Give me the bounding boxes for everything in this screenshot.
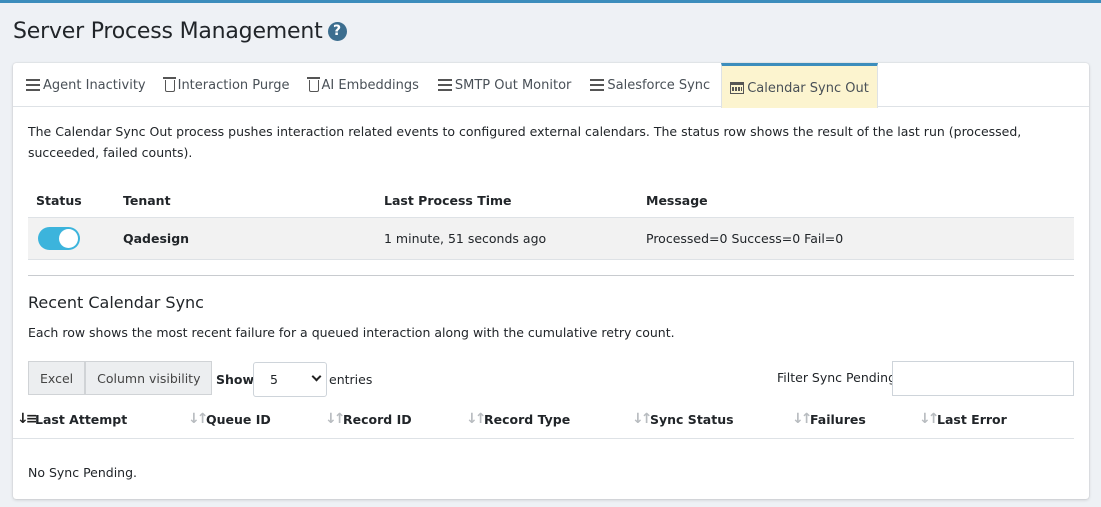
tab-calendar-sync-out[interactable]: Calendar Sync Out (721, 63, 878, 108)
tab-smtp-out-monitor[interactable]: SMTP Out Monitor (430, 63, 580, 107)
tab-ai-embeddings[interactable]: AI Embeddings (301, 63, 427, 107)
calendar-icon (730, 82, 745, 94)
col-header-queue-id[interactable]: ↓↑ Queue ID (188, 411, 271, 427)
entries-select[interactable]: 5 (253, 362, 327, 397)
col-header-label: Queue ID (206, 411, 271, 427)
list-icon (590, 79, 605, 91)
sort-icon: ↓↑ (325, 411, 345, 427)
sort-icon: ↓↑ (188, 411, 208, 427)
tenant-cell: Qadesign (115, 216, 376, 260)
col-header-tenant: Tenant (123, 193, 171, 209)
process-description: The Calendar Sync Out process pushes int… (28, 124, 1022, 160)
table-row: Qadesign 1 minute, 51 seconds ago Proces… (28, 216, 1074, 260)
col-header-message: Message (646, 193, 708, 209)
sort-icon: ↓↑ (792, 411, 812, 427)
status-table: Status Tenant Last Process Time Message … (28, 185, 1074, 260)
col-header-label: Last Error (937, 411, 1007, 427)
tab-agent-inactivity[interactable]: Agent Inactivity (18, 63, 154, 107)
entries-select-value: 5 (270, 372, 278, 387)
help-icon[interactable]: ? (327, 22, 347, 41)
chevron-down-icon (311, 371, 322, 382)
sort-icon: ↓↑ (919, 411, 939, 427)
divider (28, 275, 1074, 276)
process-card: Agent Inactivity Interaction Purge AI Em… (13, 63, 1089, 499)
tab-label: SMTP Out Monitor (454, 77, 572, 93)
list-icon (26, 79, 40, 91)
sort-icon: ↓↑ (632, 411, 652, 427)
col-header-label: Record ID (343, 411, 412, 427)
export-buttons: Excel Column visibility (28, 361, 213, 395)
tab-label: Salesforce Sync (607, 77, 711, 93)
empty-table-message: No Sync Pending. (28, 465, 138, 480)
section-title: Recent Calendar Sync (28, 293, 204, 312)
entries-label: entries (329, 372, 373, 387)
col-header-status: Status (36, 193, 82, 209)
col-header-last-process-time: Last Process Time (384, 193, 512, 209)
tab-label: Interaction Purge (177, 77, 290, 93)
col-header-label: Record Type (484, 411, 571, 427)
col-header-label: Last Attempt (35, 411, 128, 427)
process-tabs: Agent Inactivity Interaction Purge AI Em… (13, 63, 1089, 108)
trash-icon (306, 77, 320, 92)
tab-salesforce-sync[interactable]: Salesforce Sync (582, 63, 718, 107)
col-header-record-type[interactable]: ↓↑ Record Type (466, 411, 570, 427)
page-title-text: Server Process Management (13, 19, 323, 44)
col-header-sync-status[interactable]: ↓↑ Sync Status (632, 411, 734, 427)
page-title: Server Process Management ? (13, 19, 347, 44)
last-process-time-cell: 1 minute, 51 seconds ago (376, 216, 638, 260)
filter-input[interactable] (892, 361, 1074, 396)
excel-button[interactable]: Excel (28, 361, 86, 395)
section-description: Each row shows the most recent failure f… (28, 325, 675, 340)
trash-icon (162, 77, 176, 92)
col-header-failures[interactable]: ↓↑ Failures (792, 411, 866, 427)
sort-icon: ↓↑ (466, 411, 486, 427)
filter-label: Filter Sync Pending (777, 370, 897, 385)
tab-label: Agent Inactivity (43, 77, 146, 93)
sync-table-header: ↓≡ Last Attempt ↓↑ Queue ID ↓↑ Record ID… (13, 403, 1074, 439)
tab-label: AI Embeddings (321, 77, 419, 93)
col-header-record-id[interactable]: ↓↑ Record ID (325, 411, 412, 427)
tab-interaction-purge[interactable]: Interaction Purge (157, 63, 298, 107)
col-header-label: Failures (810, 411, 866, 427)
show-label: Show (216, 372, 255, 387)
list-icon (437, 79, 452, 91)
col-header-last-attempt[interactable]: ↓≡ Last Attempt (17, 411, 127, 427)
tab-label: Calendar Sync Out (747, 80, 869, 96)
sort-desc-icon: ↓≡ (17, 411, 37, 427)
column-visibility-button[interactable]: Column visibility (85, 361, 213, 395)
col-header-last-error[interactable]: ↓↑ Last Error (919, 411, 1007, 427)
col-header-label: Sync Status (650, 411, 734, 427)
status-cell (28, 216, 115, 260)
status-toggle[interactable] (38, 226, 80, 250)
message-cell: Processed=0 Success=0 Fail=0 (638, 216, 1074, 260)
